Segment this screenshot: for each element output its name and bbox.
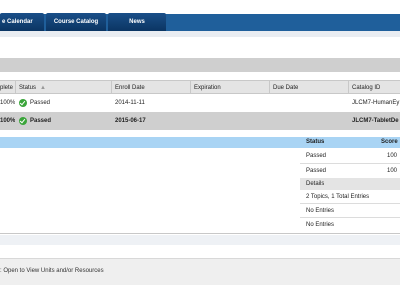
top-navigation: e Calendar Course Catalog News bbox=[0, 0, 400, 31]
details-row-2: No Entries bbox=[306, 208, 335, 214]
row-status: Passed bbox=[30, 118, 52, 124]
footer-text: : Open to View Units and/or Resources bbox=[0, 268, 104, 274]
table-row-selected[interactable]: 100% Passed 2015-06-17 JLCM7-TabletDe bbox=[0, 112, 400, 130]
toolbar-strip bbox=[0, 31, 400, 37]
tab-course-catalog[interactable]: Course Catalog bbox=[46, 13, 106, 31]
col-enroll-date[interactable]: Enroll Date bbox=[115, 81, 145, 95]
detail-status-2: Passed bbox=[306, 168, 327, 174]
details-row-1: 2 Topics, 1 Total Entries bbox=[306, 194, 370, 200]
detail-score-2: 100 bbox=[387, 168, 398, 174]
check-icon bbox=[19, 117, 27, 125]
row-complete: 100% bbox=[0, 100, 16, 106]
grid-header: plete Status ▲ Enroll Date Expiration Du… bbox=[0, 80, 400, 95]
tab-news[interactable]: News bbox=[108, 13, 166, 31]
bottom-shade bbox=[0, 235, 400, 245]
row-catalog-id: JLCM7-HumanEy bbox=[352, 100, 400, 106]
row-catalog-id: JLCM7-TabletDe bbox=[352, 118, 399, 124]
row-enroll-date: 2015-06-17 bbox=[115, 118, 146, 124]
col-complete[interactable]: plete bbox=[0, 81, 14, 95]
row-complete: 100% bbox=[0, 118, 16, 124]
details-header-bar: Details bbox=[300, 178, 400, 190]
details-row-3: No Entries bbox=[306, 222, 335, 228]
section-header-bar bbox=[0, 58, 400, 72]
detail-score-1: 100 bbox=[387, 153, 398, 159]
detail-status-header: Status bbox=[306, 139, 325, 145]
detail-score-header: Score bbox=[381, 139, 398, 145]
col-catalog-id[interactable]: Catalog ID bbox=[352, 81, 380, 95]
tab-calendar[interactable]: e Calendar bbox=[0, 13, 44, 31]
table-row[interactable]: 100% Passed 2014-11-11 JLCM7-HumanEy bbox=[0, 94, 400, 112]
row-status: Passed bbox=[30, 100, 51, 106]
col-due-date[interactable]: Due Date bbox=[273, 81, 298, 95]
detail-header: Status Score bbox=[0, 137, 400, 148]
detail-status-1: Passed bbox=[306, 153, 327, 159]
row-enroll-date: 2014-11-11 bbox=[115, 100, 145, 106]
footer-legend: : Open to View Units and/or Resources bbox=[0, 258, 400, 285]
sort-asc-icon[interactable]: ▲ bbox=[40, 81, 46, 95]
col-expiration[interactable]: Expiration bbox=[194, 81, 221, 95]
enrollment-grid: plete Status ▲ Enroll Date Expiration Du… bbox=[0, 80, 400, 132]
details-header: Details bbox=[306, 181, 325, 187]
check-icon bbox=[19, 99, 27, 107]
